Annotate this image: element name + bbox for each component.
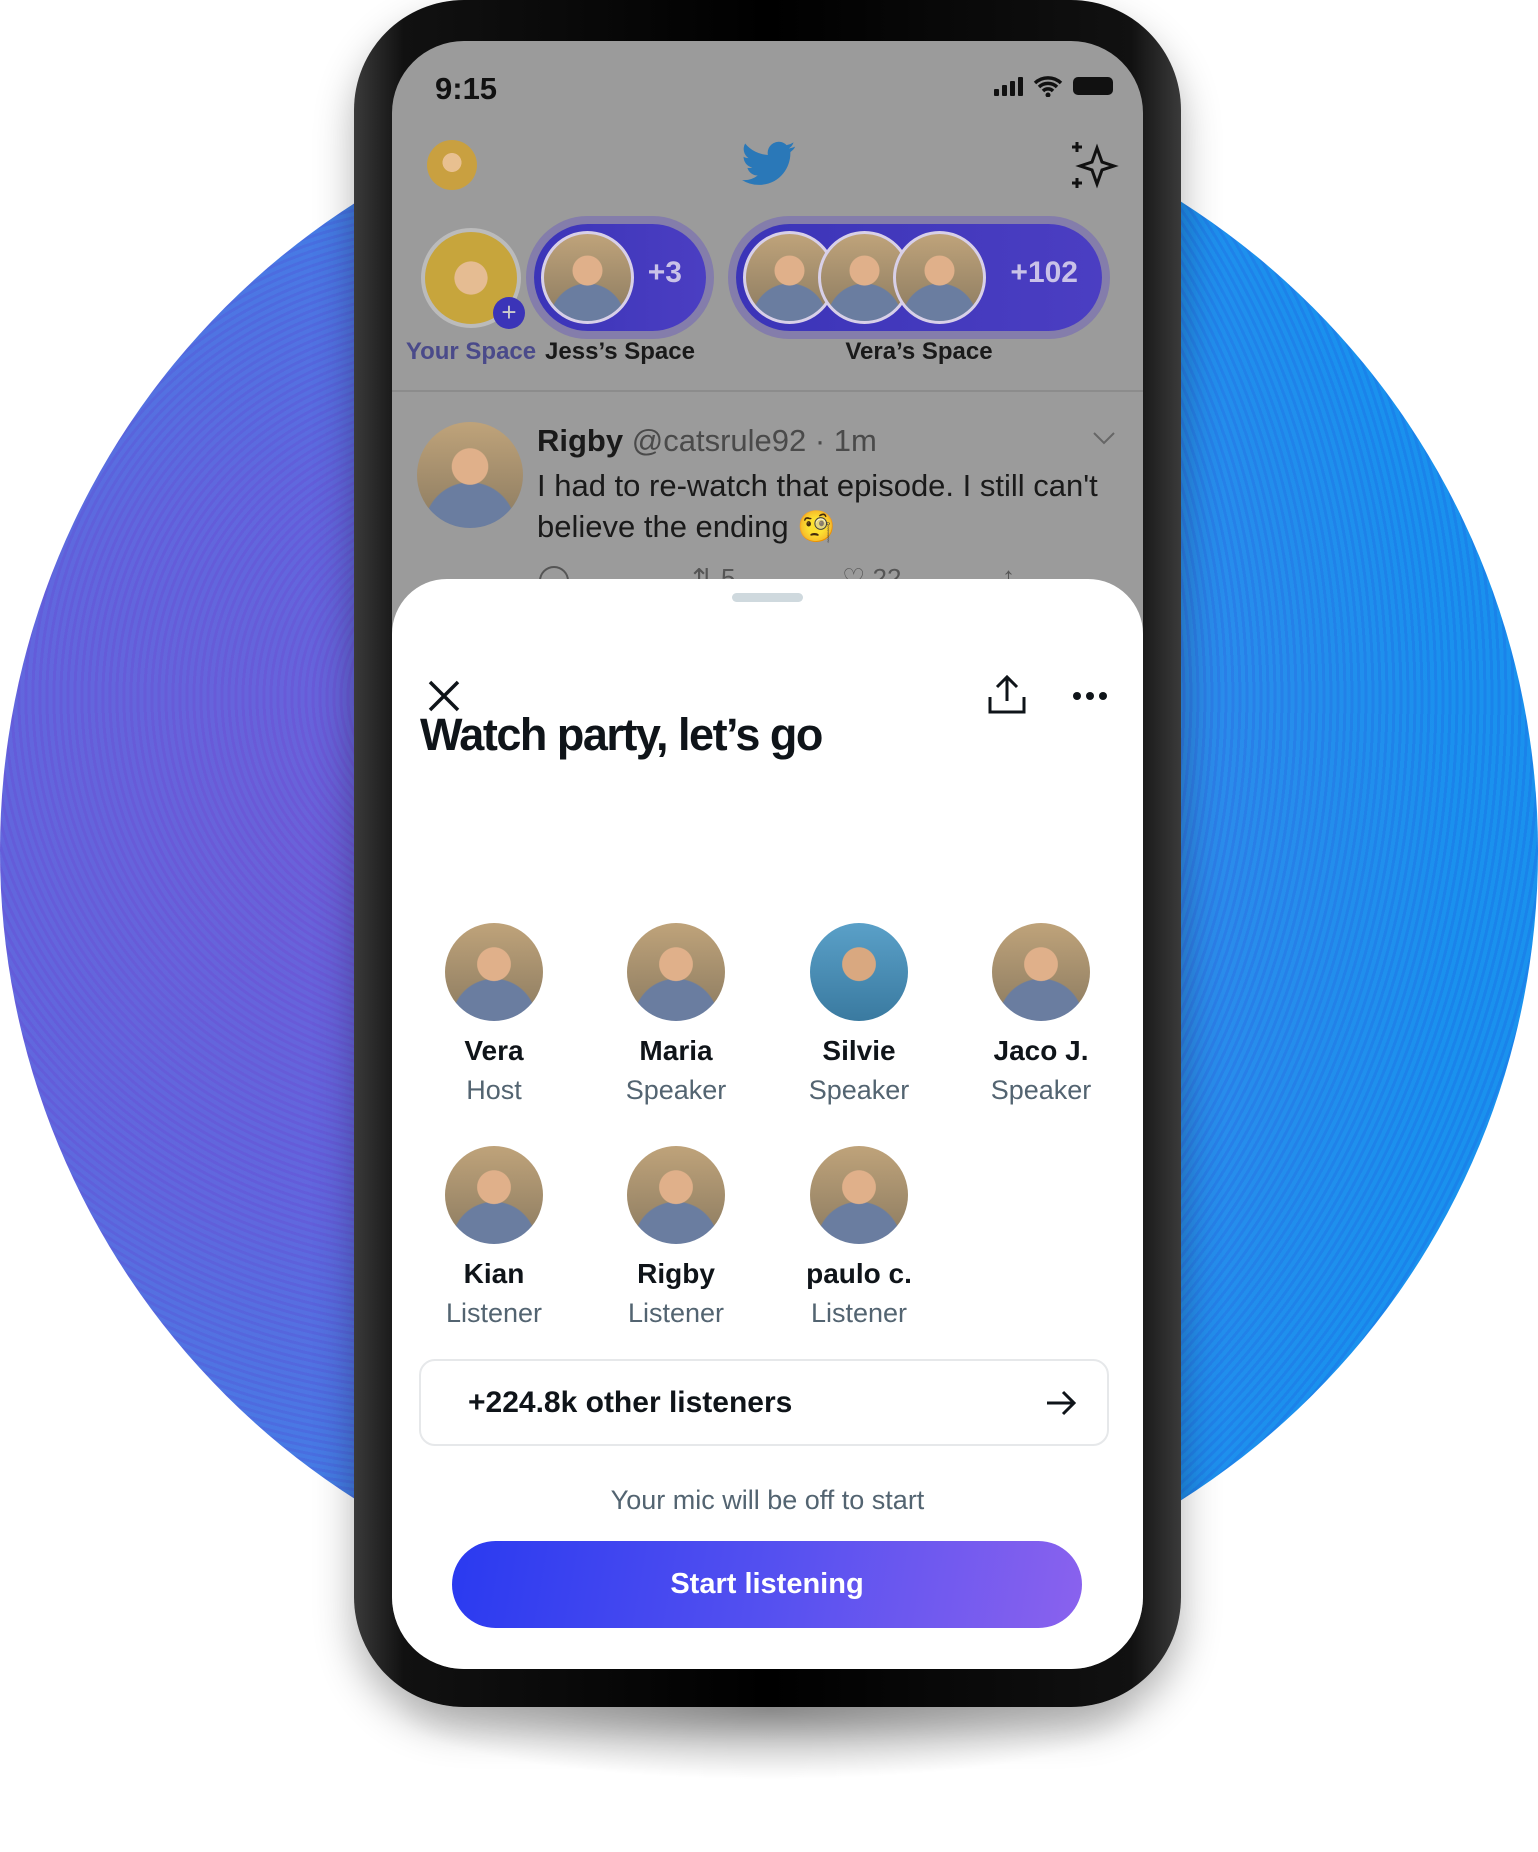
phone-screen: 9:15 + Your Space +3 Jess’s Space +102 V… <box>392 41 1143 1669</box>
participant[interactable]: paulo c. Listener <box>769 1146 949 1329</box>
space-count: +3 <box>647 256 682 289</box>
status-time: 9:15 <box>435 71 498 106</box>
signal-icon <box>994 76 1023 96</box>
tweet-avatar[interactable] <box>417 422 523 528</box>
tweet-text-line: believe the ending 🧐 <box>537 509 836 544</box>
battery-icon <box>1073 77 1113 95</box>
avatar <box>445 1146 543 1244</box>
wifi-icon <box>1033 76 1063 97</box>
participant[interactable]: Maria Speaker <box>586 923 766 1106</box>
avatar <box>810 923 908 1021</box>
add-space-icon[interactable]: + <box>493 297 525 329</box>
space-vera[interactable]: +102 <box>736 224 1102 331</box>
avatar <box>445 923 543 1021</box>
share-icon[interactable] <box>987 675 1027 715</box>
sparkle-icon[interactable] <box>1067 140 1119 192</box>
participant[interactable]: Kian Listener <box>404 1146 584 1329</box>
start-listening-button[interactable]: Start listening <box>452 1541 1082 1628</box>
other-listeners-button[interactable]: +224.8k other listeners <box>419 1359 1109 1446</box>
space-sheet: Watch party, let’s go Vera Host Maria Spea… <box>392 579 1143 1669</box>
drag-handle[interactable] <box>732 593 803 602</box>
participant[interactable]: Jaco J. Speaker <box>951 923 1131 1106</box>
participant[interactable]: Vera Host <box>404 923 584 1106</box>
tweet-handle: @catsrule92 · 1m <box>631 423 877 458</box>
twitter-bird-icon[interactable] <box>742 141 796 187</box>
space-jess[interactable]: +3 <box>534 224 706 331</box>
arrow-right-icon <box>1047 1390 1077 1415</box>
stage: 9:15 + Your Space +3 Jess’s Space +102 V… <box>0 0 1538 1852</box>
divider <box>392 390 1143 392</box>
avatar <box>627 1146 725 1244</box>
more-icon[interactable] <box>1072 691 1108 701</box>
avatar <box>992 923 1090 1021</box>
avatar <box>893 231 986 324</box>
status-icons <box>994 75 1113 97</box>
profile-avatar[interactable] <box>427 140 477 190</box>
close-icon[interactable] <box>427 679 461 713</box>
phone-frame: 9:15 + Your Space +3 Jess’s Space +102 V… <box>354 0 1181 1707</box>
tweet-text-line: I had to re-watch that episode. I still … <box>537 468 1098 503</box>
avatar <box>810 1146 908 1244</box>
space-title: Watch party, let’s go <box>420 709 823 760</box>
space-count: +102 <box>1010 256 1078 289</box>
chevron-down-icon[interactable] <box>1092 431 1116 445</box>
tweet-author[interactable]: Rigby <box>537 423 623 458</box>
avatar <box>627 923 725 1021</box>
participant[interactable]: Silvie Speaker <box>769 923 949 1106</box>
space-label: Vera’s Space <box>845 338 993 365</box>
mic-note: Your mic will be off to start <box>610 1485 925 1515</box>
participant[interactable]: Rigby Listener <box>586 1146 766 1329</box>
other-listeners-label: +224.8k other listeners <box>468 1385 793 1419</box>
space-label: Your Space <box>405 338 537 365</box>
space-label: Jess’s Space <box>545 338 695 365</box>
avatar <box>541 231 634 324</box>
